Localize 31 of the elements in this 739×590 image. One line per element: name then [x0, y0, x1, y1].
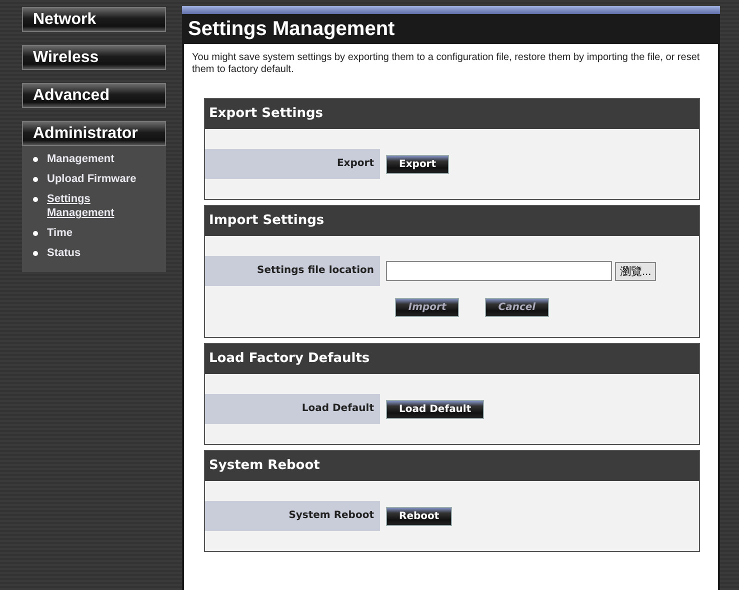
menu-button[interactable]: Wireless — [22, 45, 166, 70]
submenu-link[interactable]: Time — [47, 226, 157, 240]
action-button[interactable]: Import — [395, 298, 460, 317]
field-label: Settings file location — [205, 256, 380, 286]
browse-button[interactable]: 瀏覽... — [615, 262, 656, 280]
action-button[interactable]: Reboot — [386, 506, 452, 526]
page-title: Settings Management — [187, 17, 396, 42]
menu-button[interactable]: Administrator — [22, 121, 166, 146]
submenu-link[interactable]: Upload Firmware — [47, 172, 157, 186]
submenu-link[interactable]: Management — [47, 152, 157, 166]
bullet-icon — [33, 251, 38, 256]
file-field[interactable] — [386, 261, 612, 281]
section-title: Export Settings — [205, 99, 699, 129]
action-button[interactable]: Load Default — [386, 400, 484, 418]
bullet-icon — [33, 231, 38, 236]
action-button[interactable]: Export — [386, 154, 450, 174]
bullet-icon — [33, 177, 38, 182]
description-text: You might save system settings by exporting them to a configuration file, restore them by importing the file, or reset them to factory default. — [192, 52, 700, 76]
field-label: Load Default — [205, 394, 380, 424]
section-title: Load Factory Defaults — [205, 344, 699, 374]
action-button[interactable]: Cancel — [485, 298, 549, 317]
submenu-link[interactable]: Settings Management — [47, 192, 127, 220]
field-label: Export — [205, 149, 380, 179]
bullet-icon — [33, 157, 38, 162]
section-title: Import Settings — [205, 206, 699, 236]
submenu-link[interactable]: Status — [47, 246, 157, 260]
field-label: System Reboot — [205, 501, 380, 531]
section-title: System Reboot — [205, 451, 699, 481]
bullet-icon — [33, 197, 38, 202]
menu-button[interactable]: Advanced — [22, 83, 166, 108]
menu-button[interactable]: Network — [22, 7, 166, 32]
